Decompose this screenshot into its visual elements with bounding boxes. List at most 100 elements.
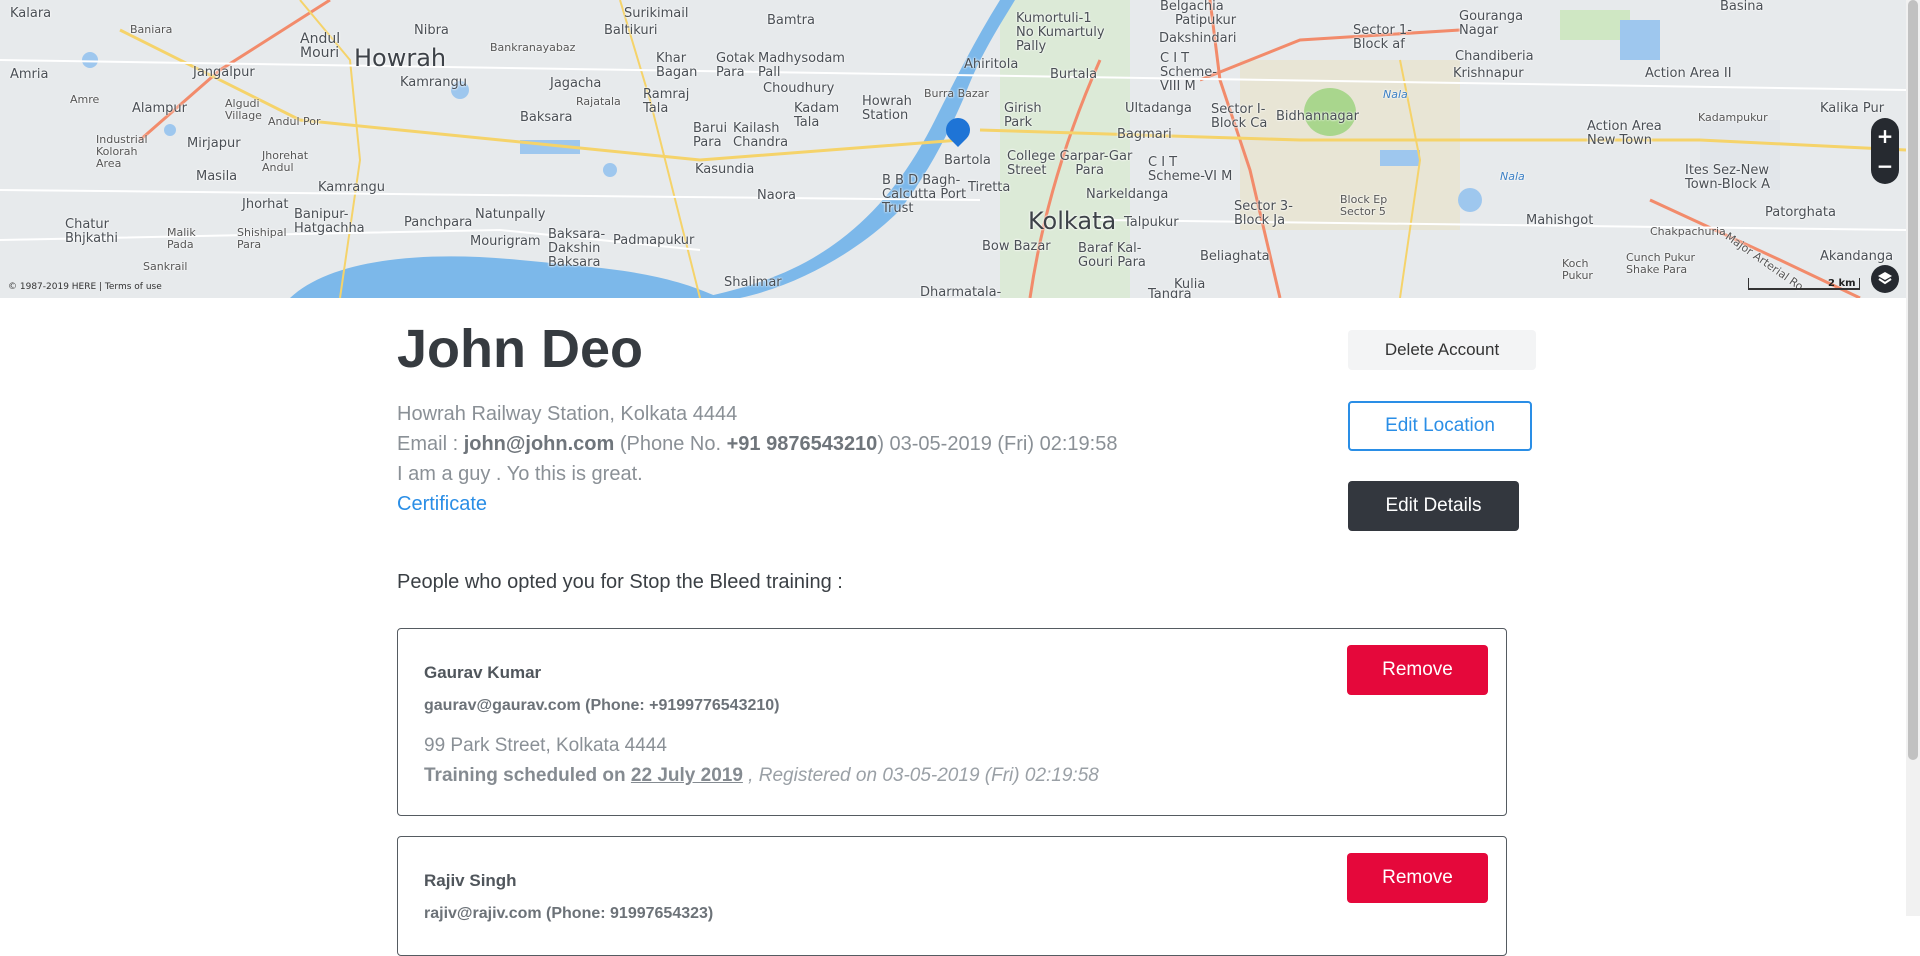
map-place-label: Dakshindari <box>1159 31 1237 46</box>
map-place-label: Bidhannagar <box>1276 109 1359 124</box>
map-place-label: Basina <box>1720 0 1764 14</box>
profile-timestamp: ) 03-05-2019 (Fri) 02:19:58 <box>877 433 1118 455</box>
map-place-label: Banipur- Hatgachha <box>294 207 365 236</box>
map-place-label: Khar Bagan <box>656 51 698 80</box>
map-place-label: Andul Por <box>268 115 321 128</box>
map-place-label: Kamrangu <box>400 75 467 90</box>
training-date-link[interactable]: 22 July 2019 <box>631 765 743 786</box>
map-place-label: Kadampukur <box>1698 111 1768 124</box>
map-place-label: Bamtra <box>767 13 815 28</box>
map-place-label: Kalara <box>10 6 52 21</box>
map-place-label: Madhysodam Pall <box>758 51 845 80</box>
map-place-label: Kadam Tala <box>794 101 840 130</box>
map-place-label: Koch Pukur <box>1562 257 1593 282</box>
map-place-label: Industrial Kolorah Area <box>96 133 148 170</box>
trainee-card: Gaurav Kumar gaurav@gaurav.com (Phone: +… <box>397 628 1507 816</box>
map-place-label: Patipukur <box>1175 13 1237 28</box>
map-place-label: Tiretta <box>968 180 1011 195</box>
map-place-label: Bartola <box>944 153 991 168</box>
map-place-label: Natunpally <box>475 207 546 222</box>
map-place-label: Amria <box>10 67 49 82</box>
map-place-label: Kasundia <box>695 162 755 177</box>
map-place-label: Surikimail <box>624 6 689 21</box>
map-place-label: Ultadanga <box>1125 101 1192 116</box>
map-place-label: Block Ep Sector 5 <box>1340 193 1388 218</box>
map-place-label: Howrah Station <box>862 94 912 123</box>
map-place-label: Howrah <box>354 44 447 72</box>
phone-prefix: (Phone No. <box>614 433 727 455</box>
map-place-label: Naora <box>757 188 796 203</box>
map-place-label: Jhorehat Andul <box>262 149 309 174</box>
map-place-label: Nala <box>1383 88 1408 101</box>
map-place-label: Choudhury <box>763 81 835 96</box>
map-place-label: Mourigram <box>470 234 541 249</box>
map-place-label: Ites Sez-New Town-Block A <box>1685 163 1770 192</box>
zoom-in-button[interactable]: + <box>1871 120 1899 152</box>
map-place-label: Sankrail <box>143 260 188 273</box>
map-place-label: Beliaghata <box>1200 249 1270 264</box>
map-place-label: Shalimar <box>724 275 782 290</box>
map-place-label: Baksara- Dakshin Baksara <box>548 227 606 270</box>
profile-email: john@john.com <box>463 433 615 455</box>
map-place-label: Baraf Kal- Gouri Para <box>1078 241 1146 270</box>
email-label: Email : <box>397 433 464 455</box>
map-place-label: Mirjapur <box>187 136 241 151</box>
remove-button[interactable]: Remove <box>1347 645 1488 695</box>
map-place-label: Alampur <box>132 101 187 116</box>
map-place-label: Nibra <box>414 23 449 38</box>
map-place-label: Girish Park <box>1004 101 1042 130</box>
map-place-label: Nala <box>1500 170 1525 183</box>
trainee-address: 99 Park Street, Kolkata 4444 <box>424 735 667 756</box>
map-place-label: Sector I- Block Ca <box>1211 102 1268 131</box>
map-place-label: Kumortuli-1 No Kumartuly Pally <box>1016 11 1105 54</box>
edit-details-button[interactable]: Edit Details <box>1348 481 1519 531</box>
trainee-card: Rajiv Singh rajiv@rajiv.com (Phone: 9199… <box>397 836 1507 956</box>
zoom-out-button[interactable]: − <box>1871 150 1899 182</box>
map-place-label: Chandiberia <box>1455 49 1534 64</box>
layers-icon[interactable] <box>1871 265 1899 293</box>
map-place-label: Bagmari <box>1117 127 1172 142</box>
map-place-label: Belgachia <box>1160 0 1224 14</box>
edit-location-button[interactable]: Edit Location <box>1348 401 1532 451</box>
trainee-training: Training scheduled on 22 July 2019 , Reg… <box>424 765 1099 787</box>
profile-phone: +91 9876543210 <box>726 433 878 455</box>
map-copyright[interactable]: © 1987-2019 HERE | Terms of use <box>8 282 162 292</box>
map-place-label: Tangra <box>1148 287 1192 299</box>
map-place-label: Burra Bazar <box>924 87 989 100</box>
profile-contact: Email : john@john.com (Phone No. +91 987… <box>397 432 1117 456</box>
scale-label: 2 km <box>1828 278 1856 289</box>
map-place-label: Krishnapur <box>1453 66 1524 81</box>
map-place-label: Action Area New Town <box>1587 119 1662 148</box>
registered-on: , Registered on 03-05-2019 (Fri) 02:19:5… <box>742 765 1099 786</box>
profile-name: John Deo <box>397 319 644 379</box>
map-place-label: Padmapukur <box>613 233 695 248</box>
map-place-label: Baltikuri <box>604 23 658 38</box>
map-place-label: Narkeldanga <box>1086 187 1169 202</box>
map-place-label: Chatur Bhjkathi <box>65 217 118 246</box>
location-map[interactable]: Kalara Baniara Andul Mouri Howrah Amria … <box>0 0 1906 298</box>
map-place-label: Action Area II <box>1645 66 1732 81</box>
map-place-label: Andul Mouri <box>300 31 341 61</box>
zoom-control: + − <box>1871 118 1899 184</box>
map-place-label: Kolkata <box>1028 207 1117 235</box>
map-place-label: Patorghata <box>1765 205 1836 220</box>
map-place-label: Cunch Pukur Shake Para <box>1626 251 1696 276</box>
certificate-link[interactable]: Certificate <box>397 493 487 515</box>
map-place-label: Chakpachuria <box>1650 225 1726 238</box>
map-place-label: Gouranga Nagar <box>1459 9 1524 38</box>
map-place-label: Sector 3- Block Ja <box>1234 199 1293 228</box>
trainee-contact: gaurav@gaurav.com (Phone: +9199776543210… <box>424 697 780 714</box>
map-place-label: Amre <box>70 93 100 106</box>
map-place-label: Mahishgot <box>1526 213 1594 228</box>
map-place-label: Kamrangu <box>318 180 385 195</box>
map-place-label: Ramraj Tala <box>643 87 690 116</box>
delete-account-button[interactable]: Delete Account <box>1348 330 1536 370</box>
map-place-label: Gotak Para <box>716 51 755 80</box>
remove-button[interactable]: Remove <box>1347 853 1488 903</box>
section-title: People who opted you for Stop the Bleed … <box>397 571 843 593</box>
map-place-label: Akandanga <box>1820 249 1894 264</box>
map-place-label: Shishipal Para <box>237 226 287 251</box>
scrollbar-thumb[interactable] <box>1908 0 1918 760</box>
map-place-label: Kailash Chandra <box>733 121 789 150</box>
map-place-label: Barui Para <box>693 121 728 150</box>
